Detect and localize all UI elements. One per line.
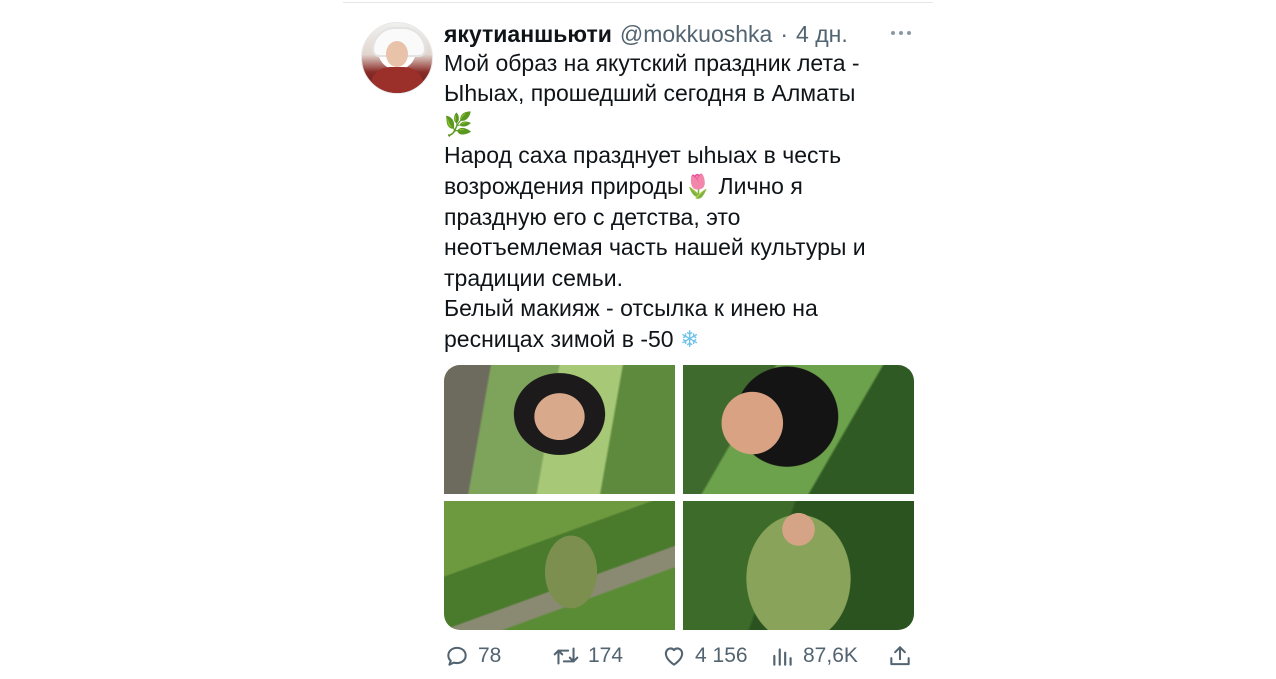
- views-button[interactable]: 87,6K: [771, 643, 858, 669]
- tweet[interactable]: якутианшьюти @mokkuoshka · 4 дн. Мой обр…: [343, 3, 933, 679]
- bar-chart-icon: [773, 648, 792, 666]
- retweet-button[interactable]: 174: [552, 643, 623, 669]
- retweet-count: 174: [588, 644, 624, 667]
- avatar[interactable]: [361, 22, 433, 94]
- text-line: 🌿: [444, 109, 914, 140]
- like-count: 4 156: [695, 644, 748, 667]
- like-button[interactable]: 4 156: [661, 643, 748, 669]
- separator-dot: ·: [780, 21, 789, 47]
- text-line: традиции семьи.: [444, 264, 623, 291]
- more-horizontal-icon: [907, 31, 911, 35]
- avatar-face: [386, 41, 408, 67]
- heart-icon: [664, 647, 684, 666]
- speech-bubble-icon: [447, 646, 467, 666]
- action-bar: 78 174 4 156 87,6K: [444, 643, 914, 671]
- text-segment: ресницах зимой в -50: [444, 325, 680, 352]
- more-horizontal-icon: [891, 31, 895, 35]
- share-button[interactable]: [887, 643, 913, 669]
- text-line: Мой образ на якутский праздник лета -: [444, 50, 860, 76]
- reply-button[interactable]: 78: [444, 643, 501, 669]
- text-segment: возрождения природы: [444, 172, 684, 199]
- text-line: Ыhыах, прошедший сегодня в Алматы: [444, 80, 856, 107]
- text-line: ресницах зимой в -50 ❄: [444, 324, 914, 355]
- author-name[interactable]: якутианшьюти: [444, 21, 612, 48]
- more-horizontal-icon: [899, 31, 903, 35]
- tweet-text: Мой образ на якутский праздник лета - Ыh…: [444, 48, 914, 355]
- media-photo-4[interactable]: [683, 501, 914, 630]
- author-handle[interactable]: @mokkuoshka: [620, 21, 772, 48]
- text-line: неотъемлемая часть нашей культуры и: [444, 234, 866, 261]
- text-line: Народ саха празднует ыhыах в честь: [444, 142, 842, 169]
- media-grid: [444, 365, 914, 630]
- avatar-coat: [370, 67, 424, 93]
- reply-count: 78: [478, 644, 502, 667]
- herb-emoji-icon: 🌿: [444, 111, 473, 138]
- text-line: Белый макияж - отсылка к инею на: [444, 295, 818, 322]
- tweet-time[interactable]: 4 дн.: [796, 21, 848, 48]
- media-photo-2[interactable]: [683, 365, 914, 494]
- snowflake-emoji-icon: ❄: [679, 326, 700, 353]
- view-count: 87,6K: [803, 644, 858, 667]
- share-upload-icon: [890, 646, 910, 666]
- tulip-emoji-icon: 🌷: [683, 173, 713, 200]
- media-photo-1[interactable]: [444, 365, 675, 494]
- text-segment: Лично я: [712, 172, 803, 199]
- text-line: возрождения природы🌷 Лично я: [444, 171, 914, 202]
- tweet-header: якутианшьюти @mokkuoshka · 4 дн.: [444, 21, 848, 51]
- retweet-arrows-icon: [553, 647, 579, 665]
- media-photo-3[interactable]: [444, 501, 675, 630]
- text-line: праздную его с детства, это: [444, 204, 741, 231]
- more-options-button[interactable]: [888, 23, 914, 43]
